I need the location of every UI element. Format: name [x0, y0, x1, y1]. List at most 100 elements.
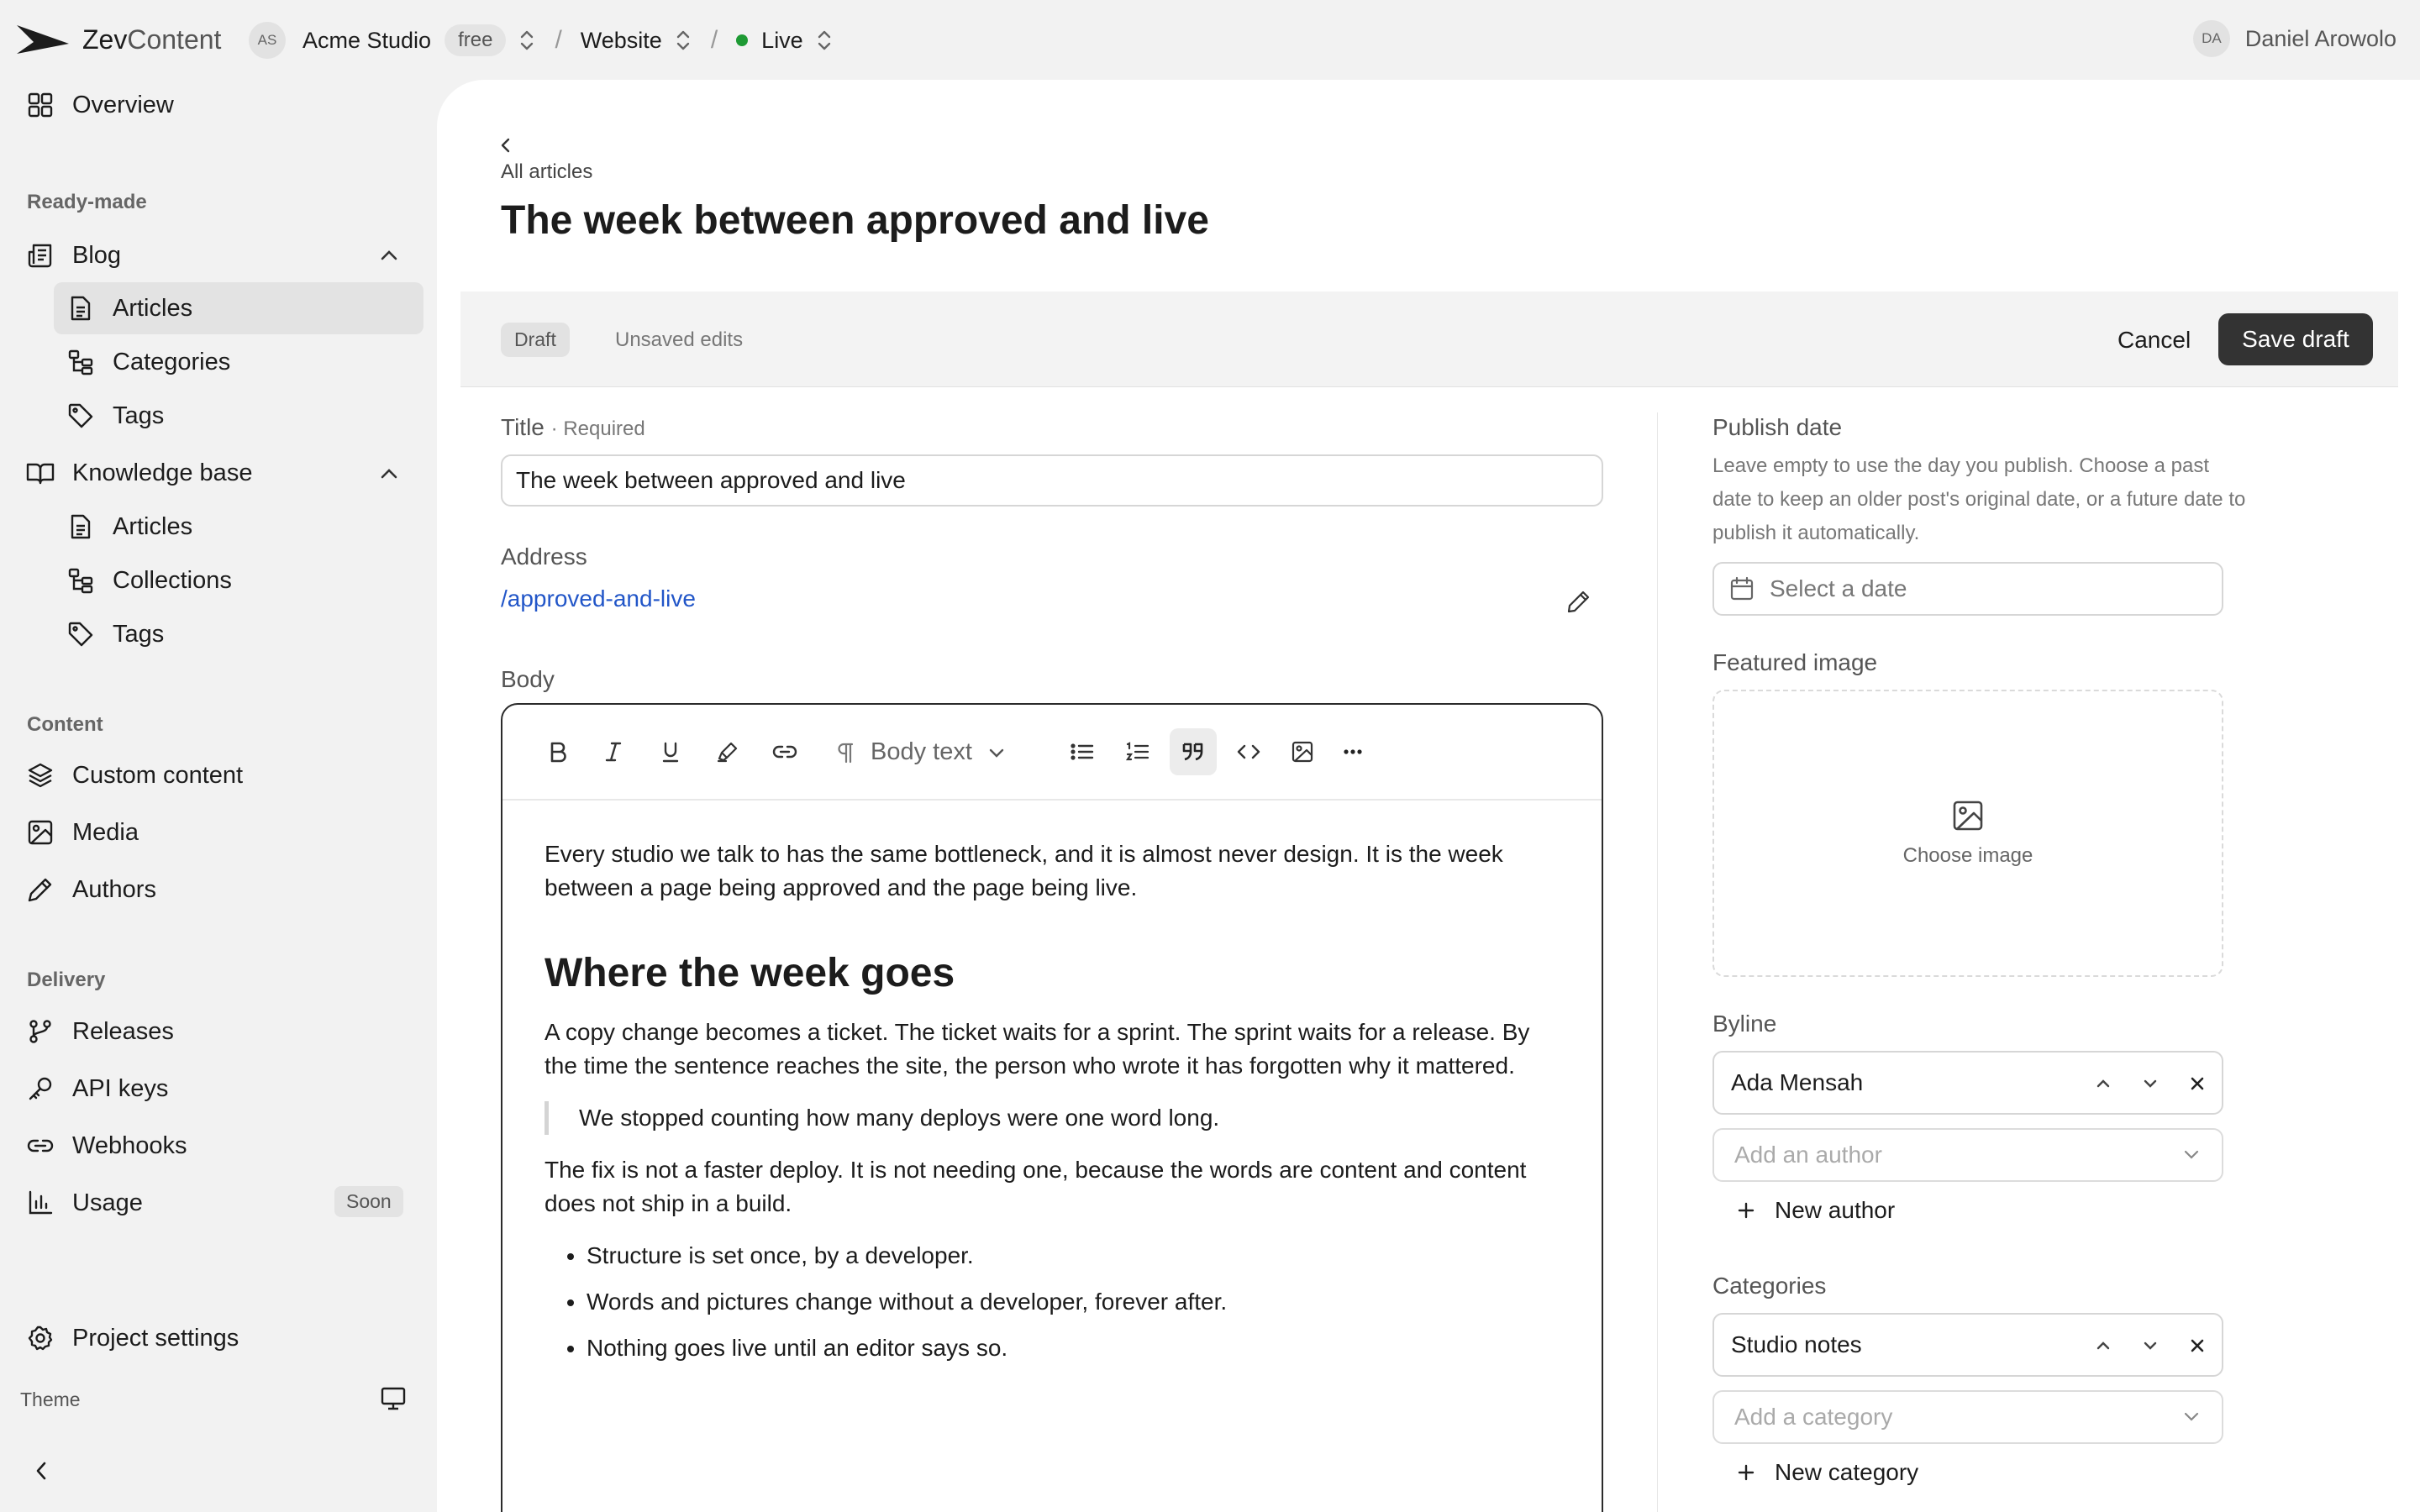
title-field[interactable] — [501, 454, 1603, 507]
back-link[interactable]: All articles — [501, 160, 592, 184]
environment-name[interactable]: Live — [761, 28, 803, 54]
workspace-switcher-icon[interactable] — [518, 29, 536, 52]
project-switcher-icon[interactable] — [674, 29, 692, 52]
sidebar-item-blog-tags[interactable]: Tags — [66, 391, 164, 441]
sidebar-item-label: Articles — [113, 512, 193, 540]
add-author-select[interactable]: Add an author — [1712, 1128, 2223, 1182]
choose-image-label: Choose image — [1902, 844, 2033, 867]
code-button[interactable] — [1225, 728, 1272, 775]
user-menu[interactable]: DA Daniel Arowolo — [2192, 20, 2396, 57]
close-icon[interactable] — [2188, 1071, 2207, 1096]
italic-button[interactable] — [590, 728, 637, 775]
tag-icon — [68, 622, 93, 647]
list-item: Words and pictures change without a deve… — [587, 1285, 1553, 1319]
monitor-icon[interactable] — [380, 1386, 407, 1411]
paragraph-style-select[interactable]: Body text — [835, 738, 1006, 766]
sidebar-item-knowledge-base[interactable]: Knowledge base — [25, 448, 252, 498]
italic-icon — [605, 742, 622, 762]
sidebar-item-releases[interactable]: Releases — [25, 1006, 174, 1057]
sidebar-item-overview[interactable]: Overview — [25, 80, 174, 130]
pencil-icon[interactable] — [1566, 589, 1591, 614]
paragraph-style-value: Body text — [871, 738, 972, 765]
git-branch-icon — [29, 1020, 51, 1043]
underline-icon — [662, 742, 679, 763]
editor-content[interactable]: Every studio we talk to has the same bot… — [544, 837, 1553, 1378]
pilcrow-icon — [838, 743, 854, 763]
rich-text-editor[interactable]: Body text Every studio we talk to has th… — [501, 703, 1603, 1512]
sidebar-item-label: Knowledge base — [72, 459, 253, 486]
move-up-icon[interactable] — [2094, 1333, 2112, 1358]
sidebar-item-api-keys[interactable]: API keys — [25, 1063, 168, 1114]
sidebar-item-label: Categories — [113, 348, 231, 375]
cancel-button[interactable]: Cancel — [2109, 320, 2199, 360]
project-name[interactable]: Website — [581, 28, 662, 54]
sidebar-item-media[interactable]: Media — [25, 807, 139, 858]
bold-button[interactable] — [534, 728, 581, 775]
chevron-down-icon — [2184, 1412, 2199, 1421]
highlight-button[interactable] — [704, 728, 751, 775]
move-up-icon[interactable] — [2094, 1071, 2112, 1096]
add-author-placeholder: Add an author — [1734, 1142, 1882, 1168]
image-insert-button[interactable] — [1279, 728, 1326, 775]
sidebar-item-label: Project settings — [72, 1324, 239, 1352]
category-value: Studio notes — [1731, 1331, 1862, 1357]
byline-controls — [2094, 1071, 2207, 1096]
move-down-icon[interactable] — [2141, 1333, 2160, 1358]
new-category-label: New category — [1775, 1459, 1919, 1485]
hierarchy-icon — [68, 349, 93, 375]
sidebar-item-usage[interactable]: Usage — [25, 1178, 143, 1228]
byline-selected-item[interactable]: Ada Mensah — [1712, 1051, 2223, 1115]
category-selected-item[interactable]: Studio notes — [1712, 1313, 2223, 1377]
sidebar-item-blog-articles[interactable]: Articles — [66, 283, 192, 333]
sidebar-item-label: Custom content — [72, 761, 244, 789]
sidebar-item-kb-tags[interactable]: Tags — [66, 609, 164, 659]
body-paragraph: Every studio we talk to has the same bot… — [544, 841, 1503, 900]
new-category-button[interactable]: New category — [1736, 1459, 1918, 1486]
body-bullet-list: Structure is set once, by a developer. W… — [544, 1239, 1553, 1365]
section-delivery: Delivery — [27, 969, 106, 991]
close-icon[interactable] — [2188, 1333, 2207, 1358]
bold-icon — [550, 742, 566, 763]
sidebar-item-kb-articles[interactable]: Articles — [66, 501, 192, 552]
date-placeholder: Select a date — [1770, 575, 1907, 601]
numbered-list-button[interactable] — [1114, 728, 1161, 775]
title-label: Title · Required — [501, 414, 645, 440]
link-icon — [27, 1139, 54, 1152]
add-category-select[interactable]: Add a category — [1712, 1390, 2223, 1444]
section-ready-made: Ready-made — [27, 191, 147, 213]
more-options-button[interactable] — [1329, 728, 1376, 775]
new-author-button[interactable]: New author — [1736, 1197, 1895, 1224]
document-icon — [71, 514, 91, 539]
environment-switcher-icon[interactable] — [815, 29, 834, 52]
categories-label: Categories — [1712, 1273, 1827, 1299]
sidebar-item-label: Usage — [72, 1189, 143, 1216]
body-blockquote: We stopped counting how many deploys wer… — [544, 1101, 1553, 1135]
sidebar-item-blog-categories[interactable]: Categories — [66, 337, 230, 387]
sidebar-item-authors[interactable]: Authors — [25, 864, 156, 915]
save-draft-button[interactable]: Save draft — [2218, 313, 2373, 365]
sidebar-item-webhooks[interactable]: Webhooks — [25, 1121, 187, 1171]
grid-icon — [28, 92, 53, 118]
link-button[interactable] — [761, 728, 808, 775]
top-bar: ZevContent AS Acme Studio free / Website… — [0, 0, 2420, 80]
sidebar-item-kb-collections[interactable]: Collections — [66, 555, 232, 606]
bullet-list-button[interactable] — [1059, 728, 1106, 775]
chevron-up-icon[interactable] — [378, 466, 400, 481]
layers-icon — [28, 763, 53, 788]
workspace-name[interactable]: Acme Studio — [302, 28, 431, 54]
chevron-up-icon[interactable] — [378, 248, 400, 263]
back-chevron-icon[interactable] — [497, 135, 514, 155]
sidebar-item-blog[interactable]: Blog — [25, 230, 121, 281]
sidebar-item-project-settings[interactable]: Project settings — [25, 1313, 239, 1363]
blockquote-button[interactable] — [1170, 728, 1217, 775]
move-down-icon[interactable] — [2141, 1071, 2160, 1096]
publish-date-field[interactable]: Select a date — [1712, 562, 2223, 616]
publish-date-label: Publish date — [1712, 414, 1843, 440]
collapse-sidebar-icon[interactable] — [32, 1459, 50, 1483]
featured-image-dropzone[interactable]: Choose image — [1712, 690, 2223, 977]
sidebar-item-custom-content[interactable]: Custom content — [25, 750, 243, 801]
editor-toolbar: Body text — [502, 705, 1602, 801]
brand-logo[interactable]: ZevContent — [15, 22, 221, 57]
address-link[interactable]: /approved-and-live — [501, 585, 696, 612]
underline-button[interactable] — [647, 728, 694, 775]
